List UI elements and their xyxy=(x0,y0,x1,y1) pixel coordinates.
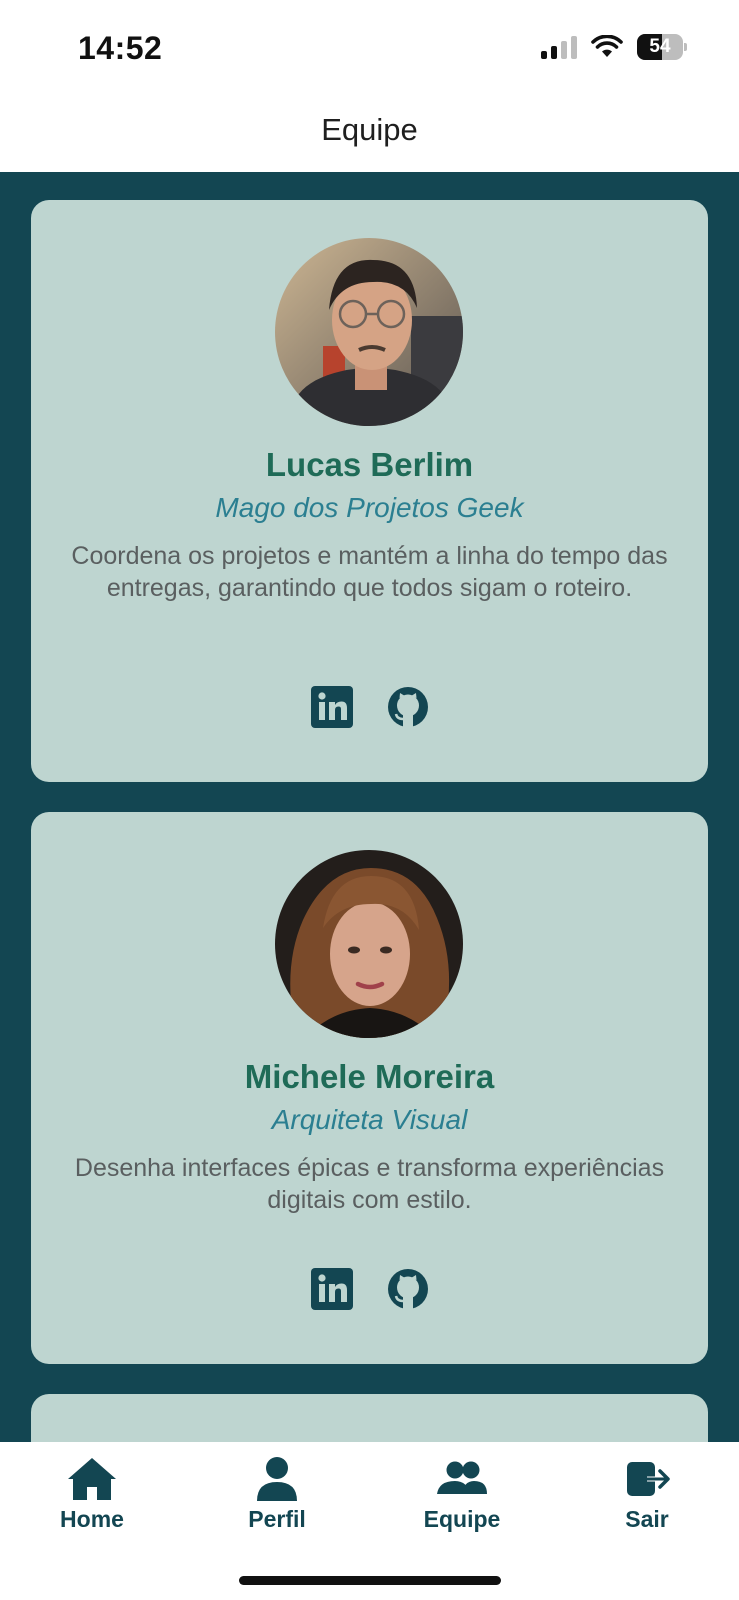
member-name: Lucas Berlim xyxy=(265,446,474,483)
tab-label: Home xyxy=(60,1506,124,1532)
github-icon[interactable] xyxy=(387,1268,429,1310)
logout-icon xyxy=(627,1462,670,1496)
social-links xyxy=(31,1268,708,1310)
tab-label: Sair xyxy=(625,1506,669,1532)
avatar xyxy=(275,238,463,426)
home-indicator xyxy=(239,1576,501,1585)
team-list[interactable]: Lucas Berlim Mago dos Projetos Geek Coor… xyxy=(0,172,739,1442)
page-title: Equipe xyxy=(321,112,418,147)
tab-label: Equipe xyxy=(423,1506,501,1532)
person-icon xyxy=(257,1457,297,1501)
tab-equipe[interactable]: Equipe xyxy=(387,1456,537,1546)
member-role: Arquiteta Visual xyxy=(271,1104,468,1135)
member-description: Coordena os projetos e mantém a linha do… xyxy=(71,542,668,602)
team-member-card xyxy=(31,1394,708,1442)
linkedin-icon[interactable] xyxy=(310,686,353,728)
tab-perfil[interactable]: Perfil xyxy=(202,1456,352,1546)
battery-icon: 54 xyxy=(637,34,687,60)
social-links xyxy=(31,686,708,728)
home-icon xyxy=(68,1458,116,1500)
team-member-card: Lucas Berlim Mago dos Projetos Geek Coor… xyxy=(31,200,708,782)
tab-sair[interactable]: Sair xyxy=(572,1456,722,1546)
group-icon xyxy=(437,1461,487,1494)
member-description: Desenha interfaces épicas e transforma e… xyxy=(74,1154,665,1214)
status-time: 14:52 xyxy=(78,30,163,66)
github-icon[interactable] xyxy=(387,686,429,728)
member-role: Mago dos Projetos Geek xyxy=(215,492,524,523)
battery-level: 54 xyxy=(649,36,671,57)
status-bar: 14:52 54 xyxy=(0,0,739,90)
app-header: Equipe xyxy=(0,90,739,173)
tab-label: Perfil xyxy=(248,1506,306,1532)
linkedin-icon[interactable] xyxy=(310,1268,353,1310)
tab-home[interactable]: Home xyxy=(17,1456,167,1546)
wifi-icon xyxy=(591,35,623,57)
avatar xyxy=(275,850,463,1038)
team-member-card: Michele Moreira Arquiteta Visual Desenha… xyxy=(31,812,708,1364)
member-name: Michele Moreira xyxy=(244,1058,495,1095)
status-icons: 54 xyxy=(541,34,687,60)
cellular-signal-icon xyxy=(541,35,577,59)
